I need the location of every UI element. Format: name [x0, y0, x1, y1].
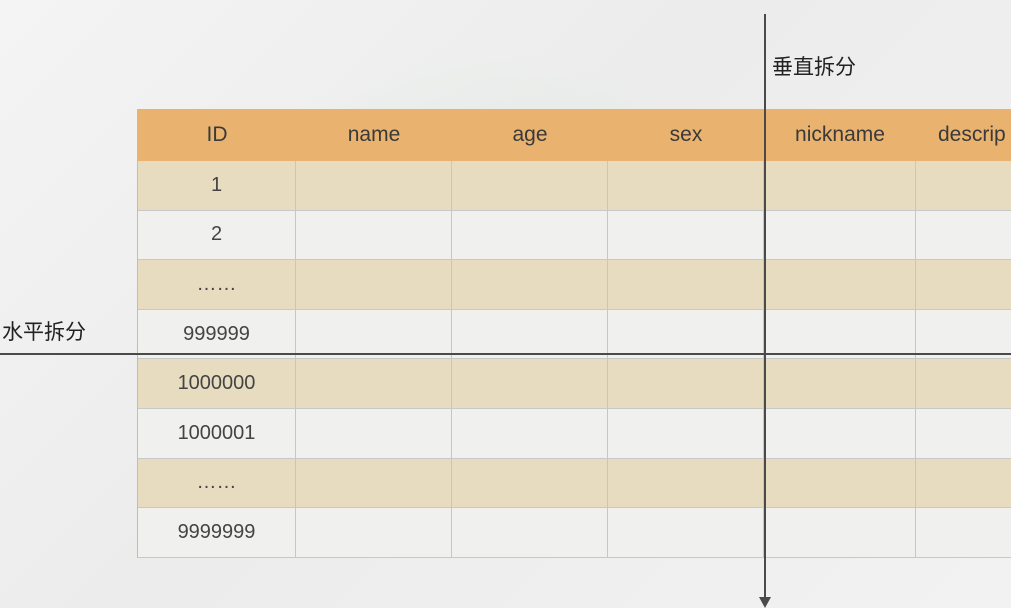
empty-cell [764, 508, 916, 557]
empty-cell [296, 210, 452, 260]
empty-cell [916, 310, 1011, 359]
empty-cell [764, 210, 916, 260]
table-row: 9999999 [138, 508, 1011, 558]
empty-cell [916, 359, 1011, 408]
empty-cell [296, 508, 452, 557]
header-description: descrip [938, 123, 1006, 146]
header-age: age [512, 123, 548, 146]
empty-cell [608, 161, 764, 210]
table-row: 1000000 [138, 359, 1011, 409]
empty-cell [916, 508, 1011, 557]
header-nickname: nickname [795, 123, 885, 146]
empty-cell [608, 408, 764, 458]
id-cell: 1 [138, 161, 296, 210]
empty-cell [916, 260, 1011, 309]
empty-cell [296, 408, 452, 458]
table-row: …… [138, 458, 1011, 509]
empty-cell [608, 260, 764, 309]
empty-cell [452, 161, 608, 210]
table-row: 1 [138, 161, 1011, 211]
table-row: 2 [138, 210, 1011, 261]
empty-cell [452, 508, 608, 557]
empty-cell [452, 458, 608, 508]
empty-cell [608, 458, 764, 508]
empty-cell [764, 408, 916, 458]
empty-cell [916, 459, 1011, 508]
data-table: ID name age sex nickname descrip 1 2 …… … [137, 109, 1011, 558]
empty-cell [608, 309, 764, 359]
id-cell: 9999999 [138, 508, 296, 557]
empty-cell [296, 161, 452, 210]
empty-cell [608, 210, 764, 260]
empty-cell [452, 210, 608, 260]
empty-cell [764, 359, 916, 408]
empty-cell [296, 260, 452, 309]
id-cell: 1000001 [138, 408, 296, 458]
header-id: ID [206, 123, 228, 146]
table-row: 1000001 [138, 408, 1011, 459]
horizontal-split-line [0, 353, 1011, 355]
header-sex: sex [669, 123, 703, 146]
vertical-split-line [764, 14, 766, 600]
empty-cell [452, 408, 608, 458]
empty-cell [916, 211, 1011, 260]
empty-cell [916, 161, 1011, 210]
table-row: 999999 [138, 309, 1011, 360]
empty-cell [764, 260, 916, 309]
empty-cell [608, 359, 764, 408]
vertical-split-label: 垂直拆分 [772, 55, 856, 79]
empty-cell [764, 309, 916, 359]
empty-cell [296, 309, 452, 359]
empty-cell [296, 458, 452, 508]
header-name: name [347, 123, 401, 146]
empty-cell [764, 458, 916, 508]
id-cell: 1000000 [138, 359, 296, 408]
empty-cell [452, 359, 608, 408]
empty-cell [296, 359, 452, 408]
empty-cell [452, 309, 608, 359]
down-arrow-icon [759, 597, 771, 608]
id-cell: …… [138, 260, 296, 309]
empty-cell [452, 260, 608, 309]
id-cell: 2 [138, 210, 296, 260]
id-cell: …… [138, 458, 296, 508]
empty-cell [764, 161, 916, 210]
id-cell: 999999 [138, 309, 296, 359]
horizontal-split-label: 水平拆分 [2, 320, 86, 344]
table-header-row: ID name age sex nickname descrip [138, 109, 1011, 161]
table-row: …… [138, 260, 1011, 310]
empty-cell [608, 508, 764, 557]
empty-cell [916, 409, 1011, 458]
